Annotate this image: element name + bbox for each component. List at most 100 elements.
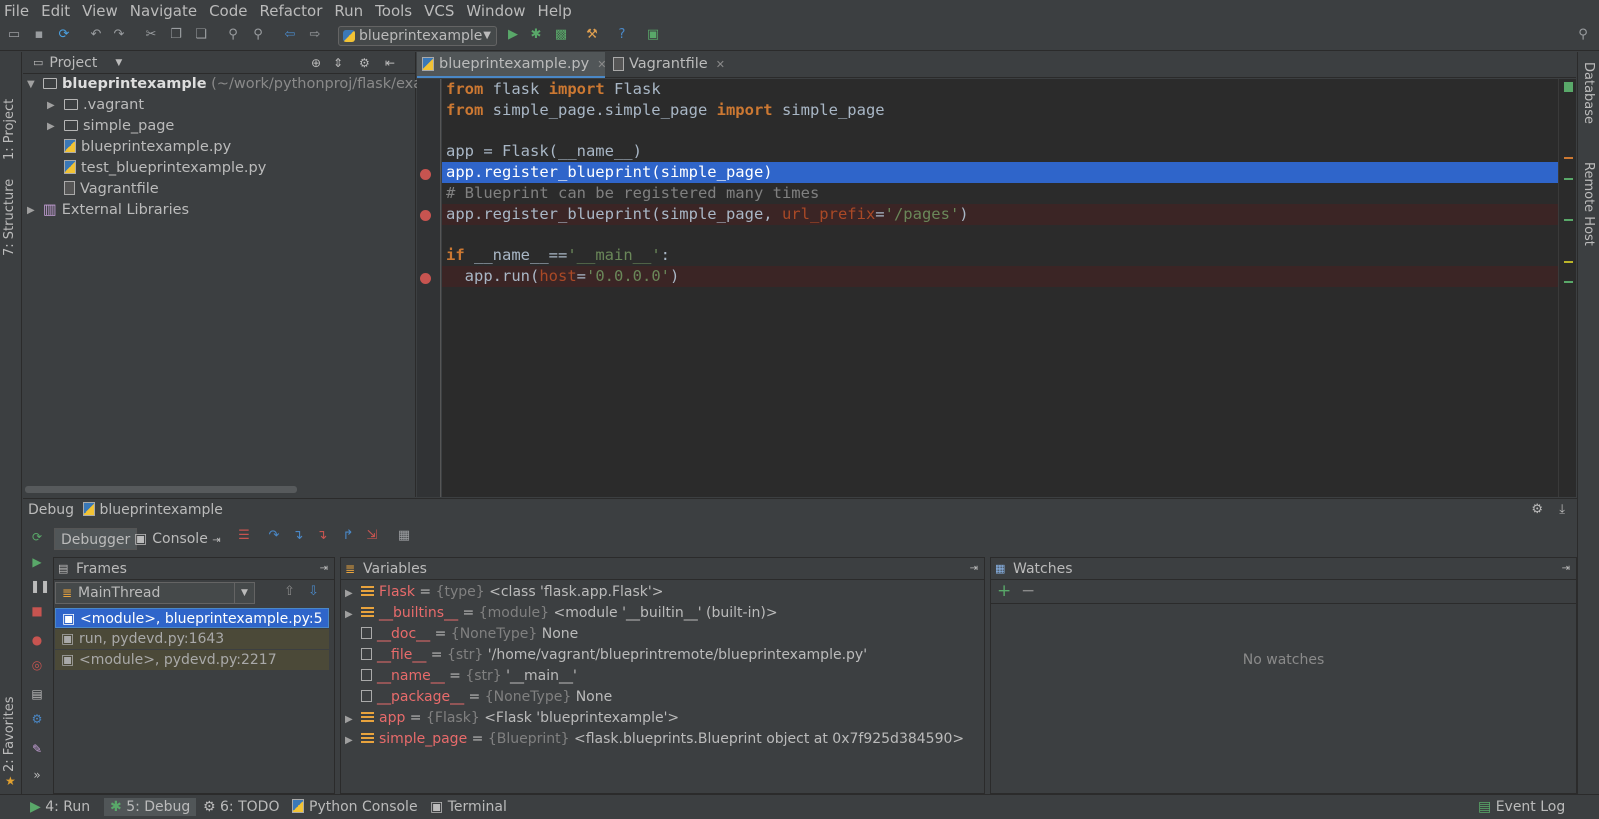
menu-window[interactable]: Window [460, 2, 531, 20]
find-icon[interactable]: ⚲ [225, 27, 241, 43]
replace-icon[interactable]: ⚲ [250, 27, 266, 43]
pause-icon[interactable]: ❚❚ [30, 579, 50, 593]
pin-icon[interactable]: ✎ [30, 742, 44, 756]
tool-tab-todo[interactable]: ⚙ 6: TODO [203, 798, 279, 816]
debug-icon[interactable]: ✱ [528, 27, 544, 43]
marker[interactable] [1564, 219, 1573, 221]
tab-favorites[interactable]: 2: Favorites [2, 672, 17, 772]
step-into-my-code-icon[interactable]: ↴ [314, 528, 330, 544]
menu-navigate[interactable]: Navigate [124, 2, 203, 20]
tool-tab-debug[interactable]: ✱ 5: Debug [104, 798, 197, 816]
tree-item-blueprintexample-py[interactable]: blueprintexample.py [64, 137, 231, 158]
evaluate-icon[interactable]: ▦ [396, 528, 412, 544]
restore-layout-icon[interactable]: ▤ [30, 687, 44, 701]
tab-database[interactable]: Database [1581, 62, 1596, 124]
variable-row[interactable]: __doc__ = {NoneType} None [345, 624, 578, 645]
menu-file[interactable]: File [0, 2, 35, 20]
back-icon[interactable]: ⇦ [282, 27, 298, 43]
tab-blueprintexample-py[interactable]: blueprintexample.py ✕ [417, 52, 606, 78]
pin-icon[interactable]: ⇥ [1562, 558, 1570, 580]
close-icon[interactable]: ✕ [597, 58, 606, 71]
variable-row[interactable]: ▶ simple_page = {Blueprint} <flask.bluepr… [345, 729, 964, 750]
marker[interactable] [1564, 261, 1573, 263]
step-over-icon[interactable]: ↷ [266, 528, 282, 544]
expanded-arrow-icon[interactable]: ▼ [27, 74, 35, 95]
error-stripe[interactable] [1558, 79, 1576, 497]
menu-help[interactable]: Help [532, 2, 578, 20]
variable-row[interactable]: ▶ Flask = {type} <class 'flask.app.Flask'… [345, 582, 663, 603]
sync-icon[interactable]: ⟳ [56, 27, 72, 43]
breakpoint-icon[interactable] [420, 273, 431, 284]
sdk-icon[interactable]: ▣ [645, 27, 661, 43]
variable-row[interactable]: __package__ = {NoneType} None [345, 687, 612, 708]
marker[interactable] [1564, 178, 1573, 180]
stop-icon[interactable]: ■ [30, 604, 44, 618]
variable-row[interactable]: __file__ = {str} '/home/vagrant/blueprin… [345, 645, 867, 666]
menu-view[interactable]: View [76, 2, 124, 20]
settings-icon[interactable]: ⚙ [30, 712, 44, 726]
tool-tab-python-console[interactable]: Python Console [292, 798, 418, 816]
tool-tab-terminal[interactable]: ▣ Terminal [430, 798, 507, 816]
menu-tools[interactable]: Tools [369, 2, 418, 20]
collapsed-arrow-icon[interactable]: ▶ [27, 200, 35, 221]
code-editor[interactable]: from flask import Flask from simple_page… [442, 79, 1558, 497]
project-view-label[interactable]: Project [49, 55, 97, 71]
step-out-icon[interactable]: ↱ [340, 528, 356, 544]
frame-row[interactable]: ▣ <module>, pydevd.py:2217 [55, 650, 329, 670]
run-config-dropdown[interactable]: blueprintexample ▼ [338, 26, 497, 46]
tab-project[interactable]: 1: Project [2, 60, 17, 160]
cut-icon[interactable]: ✂ [143, 27, 159, 43]
menu-vcs[interactable]: VCS [418, 2, 460, 20]
expand-arrow-icon[interactable]: ▶ [345, 604, 361, 625]
undo-icon[interactable]: ↶ [88, 27, 104, 43]
search-icon[interactable]: ⚲ [1575, 27, 1591, 43]
run-icon[interactable]: ▶ [505, 27, 521, 43]
menu-edit[interactable]: Edit [35, 2, 76, 20]
tab-remote-host[interactable]: Remote Host [1581, 162, 1596, 246]
editor-gutter[interactable] [417, 79, 441, 497]
show-execution-point-icon[interactable]: ☰ [236, 528, 252, 544]
tab-vagrantfile[interactable]: Vagrantfile ✕ [607, 52, 727, 78]
tree-item-vagrantfile[interactable]: Vagrantfile [64, 179, 159, 200]
rerun-icon[interactable]: ⟳ [30, 530, 44, 544]
open-icon[interactable]: ▭ [6, 27, 22, 43]
tree-root[interactable]: ▼ blueprintexample (~/work/pythonproj/fl… [23, 74, 436, 95]
forward-icon[interactable]: ⇨ [307, 27, 323, 43]
locate-icon[interactable]: ⊕ [311, 56, 321, 70]
previous-frame-icon[interactable]: ⇧ [284, 584, 295, 599]
next-frame-icon[interactable]: ⇩ [308, 584, 319, 599]
copy-icon[interactable]: ❐ [168, 27, 184, 43]
frame-row[interactable]: ▣ <module>, blueprintexample.py:5 [55, 608, 329, 628]
collapsed-arrow-icon[interactable]: ▶ [47, 116, 55, 137]
hide-icon[interactable]: ⤓ [1559, 499, 1565, 521]
tree-item-vagrant[interactable]: ▶ .vagrant [23, 95, 144, 116]
menu-run[interactable]: Run [328, 2, 369, 20]
event-log-button[interactable]: ▤ Event Log [1478, 798, 1565, 816]
expand-arrow-icon[interactable]: ▶ [345, 709, 361, 730]
expand-arrow-icon[interactable]: ▶ [345, 583, 361, 604]
warning-mark[interactable] [1564, 157, 1573, 159]
tab-debugger[interactable]: Debugger [54, 528, 138, 550]
resume-icon[interactable]: ▶ [30, 555, 44, 569]
menu-refactor[interactable]: Refactor [253, 2, 328, 20]
variable-row[interactable]: __name__ = {str} '__main__' [345, 666, 577, 687]
tab-structure[interactable]: 7: Structure [2, 164, 17, 256]
menu-code[interactable]: Code [203, 2, 253, 20]
gear-icon[interactable]: ⚙ [359, 56, 370, 70]
pin-icon[interactable]: ⇥ [320, 558, 328, 580]
coverage-icon[interactable]: ▩ [553, 27, 569, 43]
pin-icon[interactable]: ⇥ [970, 558, 978, 580]
chevron-down-icon[interactable]: ▼ [115, 58, 122, 68]
more-icon[interactable]: » [30, 768, 44, 782]
collapsed-arrow-icon[interactable]: ▶ [47, 95, 55, 116]
collapse-icon[interactable]: ⇕ [333, 56, 343, 70]
view-breakpoints-icon[interactable]: ● [30, 633, 44, 647]
marker[interactable] [1564, 281, 1573, 283]
step-into-icon[interactable]: ↴ [290, 528, 306, 544]
variable-row[interactable]: ▶ app = {Flask} <Flask 'blueprintexample'… [345, 708, 679, 729]
add-watch-icon[interactable]: + [997, 581, 1011, 601]
thread-select[interactable]: ≣ MainThread ▼ [55, 582, 255, 604]
gear-icon[interactable]: ⚙ [1531, 499, 1543, 521]
close-icon[interactable]: ✕ [716, 58, 725, 71]
mute-breakpoints-icon[interactable]: ◎ [30, 658, 44, 672]
